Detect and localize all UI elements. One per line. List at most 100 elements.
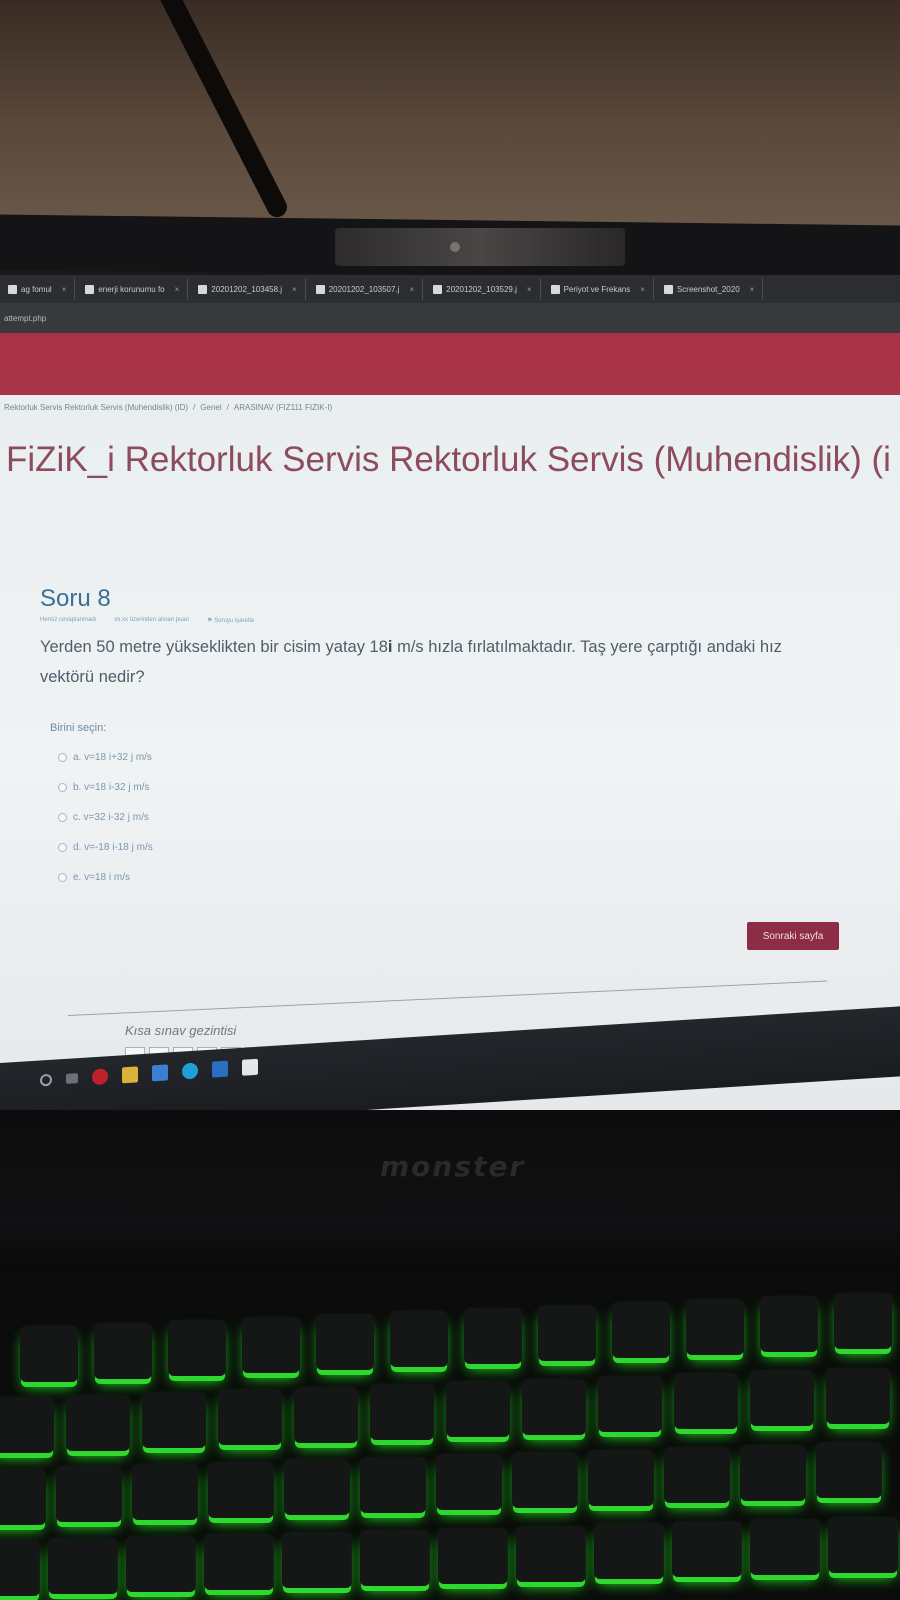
keyboard-key — [56, 1466, 122, 1523]
browser-tab[interactable]: 20201202_103529.j × — [425, 278, 541, 300]
close-icon[interactable]: × — [527, 285, 532, 294]
keyboard-key — [370, 1383, 434, 1440]
tab-label: Screenshot_2020 — [676, 284, 740, 294]
course-title: FiZiK_i Rektorluk Servis Rektorluk Servi… — [6, 440, 891, 479]
close-icon[interactable]: × — [62, 285, 67, 294]
breadcrumb-link[interactable]: Genel — [200, 403, 221, 412]
option-label[interactable]: b. v=18 i-32 j m/s — [73, 782, 149, 793]
radio-button[interactable] — [58, 842, 67, 852]
keyboard-key — [126, 1536, 196, 1592]
file-icon — [433, 284, 443, 294]
keyboard-key — [760, 1296, 818, 1352]
breadcrumb-link[interactable]: ARASINAV (FIZ111 FIZIK-I) — [234, 403, 332, 412]
question-number: Soru 8 — [40, 585, 111, 612]
keyboard-key — [750, 1519, 820, 1576]
close-icon[interactable]: × — [750, 285, 755, 294]
tab-label: ag fomul — [21, 284, 52, 294]
option-label[interactable]: a. v=18 i+32 j m/s — [73, 752, 152, 763]
keyboard-key — [436, 1454, 502, 1511]
answer-option[interactable]: a. v=18 i+32 j m/s — [58, 742, 840, 772]
keyboard-key — [0, 1397, 54, 1454]
webcam-lens-icon — [450, 242, 460, 252]
keyboard-key — [588, 1449, 654, 1506]
breadcrumb-separator: / — [193, 403, 196, 412]
keyboard-key — [390, 1311, 448, 1367]
radio-button[interactable] — [58, 812, 67, 822]
tab-label: enerji korunumu fo — [98, 284, 165, 294]
keyboard-key — [816, 1442, 882, 1499]
option-label[interactable]: e. v=18 i m/s — [73, 872, 130, 883]
page-icon — [85, 284, 95, 294]
tab-label: Periyot ve Frekans — [563, 284, 631, 294]
answer-option[interactable]: c. v=32 i-32 j m/s — [58, 802, 840, 832]
keyboard-key — [522, 1378, 586, 1435]
keyboard-key — [48, 1538, 118, 1595]
opera-icon[interactable] — [92, 1068, 108, 1086]
browser-tab[interactable]: ag fomul × — [0, 278, 76, 300]
keyboard-key — [316, 1314, 374, 1370]
divider — [67, 980, 828, 1016]
folder-icon[interactable] — [122, 1066, 138, 1084]
radio-button[interactable] — [58, 752, 67, 762]
file-icon — [315, 284, 325, 294]
browser-tab[interactable]: enerji korunumu fo × — [77, 278, 189, 300]
keyboard-key — [0, 1540, 40, 1597]
browser-tab[interactable]: Screenshot_2020 × — [656, 278, 764, 300]
task-view-icon[interactable] — [66, 1073, 78, 1084]
browser-tab-bar: ag fomul × enerji korunumu fo × 20201202_1… — [0, 275, 900, 303]
keyboard-key — [516, 1525, 586, 1582]
keyboard-key — [664, 1447, 730, 1504]
keyboard-key — [360, 1456, 426, 1513]
next-page-button[interactable]: Sonraki sayfa — [747, 922, 839, 950]
browser-tab[interactable]: 20201202_103507.j × — [308, 278, 424, 300]
keyboard-key — [204, 1533, 274, 1590]
question-text-part: Yerden 50 metre yükseklikten bir cisim y… — [40, 638, 388, 656]
site-header-band — [0, 333, 900, 395]
question-block: Soru 8 Henüz cevaplanmadı xx.xx üzerinde… — [40, 585, 840, 892]
question-meta: Henüz cevaplanmadı xx.xx üzerinden alına… — [40, 617, 840, 624]
page-icon — [8, 284, 17, 294]
close-icon[interactable]: × — [175, 285, 180, 294]
keyboard-key — [538, 1305, 596, 1361]
address-bar[interactable]: attempt.php — [0, 303, 900, 333]
keyboard-key — [740, 1444, 806, 1501]
keyboard-key — [598, 1375, 662, 1432]
keyboard-key — [672, 1521, 742, 1578]
tab-label: 20201202_103458.j — [211, 284, 283, 294]
quiz-page: Rektorluk Servis Rektorluk Servis (Muhen… — [0, 395, 900, 1130]
tab-label: 20201202_103529.j — [446, 284, 517, 294]
option-label[interactable]: c. v=32 i-32 j m/s — [73, 812, 149, 823]
keyboard-key — [826, 1367, 890, 1424]
mail-icon[interactable] — [212, 1060, 228, 1078]
close-icon[interactable]: × — [409, 285, 414, 294]
browser-tab[interactable]: 20201202_103458.j × — [190, 278, 306, 300]
radio-button[interactable] — [58, 872, 67, 882]
keyboard-key — [208, 1461, 274, 1518]
flag-question-link[interactable]: ⚑ Soruyu işaretle — [207, 617, 254, 624]
breadcrumb-link[interactable]: Rektorluk Servis Rektorluk Servis (Muhen… — [4, 403, 188, 412]
edge-icon[interactable] — [182, 1062, 198, 1080]
answer-option[interactable]: e. v=18 i m/s — [58, 862, 840, 892]
answer-option[interactable]: d. v=-18 i-18 j m/s — [58, 832, 840, 862]
keyboard-key — [284, 1459, 350, 1516]
file-icon — [663, 284, 673, 294]
option-label[interactable]: d. v=-18 i-18 j m/s — [73, 842, 153, 853]
browser-tab[interactable]: Periyot ve Frekans × — [543, 278, 654, 300]
choose-label: Birini seçin: — [50, 722, 107, 734]
laptop-brand-logo: monster — [380, 1150, 526, 1183]
breadcrumb: Rektorluk Servis Rektorluk Servis (Muhen… — [4, 403, 332, 412]
keyboard-key — [294, 1386, 358, 1443]
keyboard-key — [66, 1394, 130, 1451]
question-text: Yerden 50 metre yükseklikten bir cisim y… — [40, 632, 840, 692]
radio-button[interactable] — [58, 782, 67, 792]
webcam — [335, 228, 625, 266]
answer-option[interactable]: b. v=18 i-32 j m/s — [58, 772, 840, 802]
search-icon[interactable] — [40, 1073, 52, 1087]
tab-label: 20201202_103507.j — [328, 284, 400, 294]
close-icon[interactable]: × — [292, 285, 297, 294]
document-icon[interactable] — [242, 1058, 258, 1076]
keyboard-key — [686, 1299, 744, 1355]
close-icon[interactable]: × — [640, 285, 645, 294]
store-icon[interactable] — [152, 1064, 168, 1082]
keyboard-key — [464, 1308, 522, 1364]
